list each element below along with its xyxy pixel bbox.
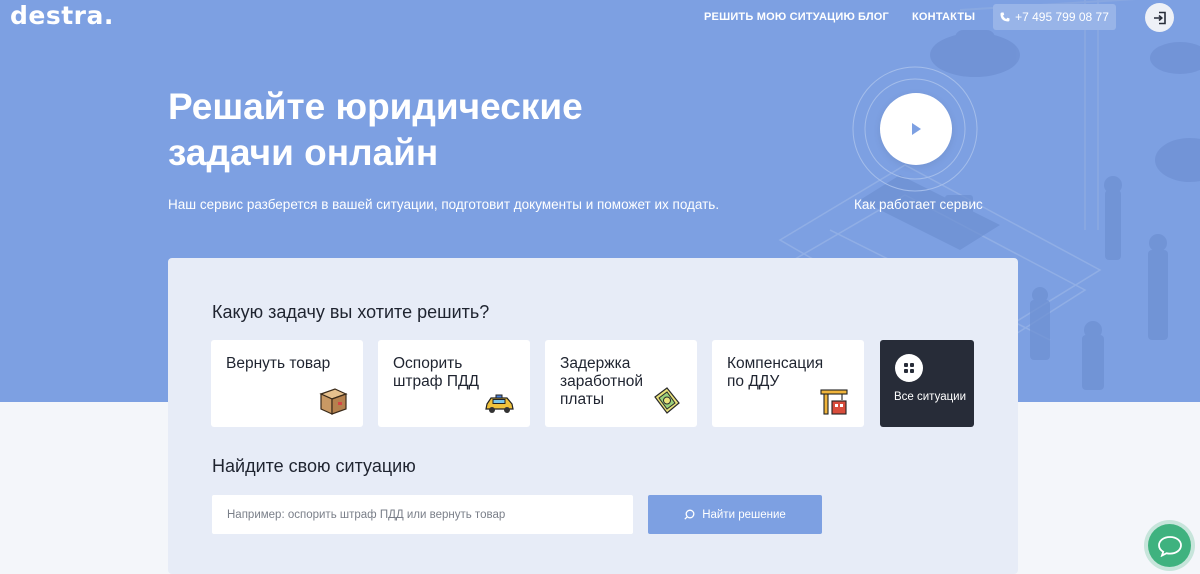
- hero-title: Решайте юридические задачи онлайн: [168, 84, 688, 176]
- login-button[interactable]: [1145, 3, 1174, 32]
- construction-icon: [820, 389, 848, 415]
- hero-title-line1: Решайте юридические: [168, 86, 583, 127]
- phone-button[interactable]: +7 495 799 08 77: [993, 4, 1116, 30]
- phone-icon: [1000, 12, 1010, 22]
- nav-contacts[interactable]: КОНТАКТЫ: [912, 11, 975, 23]
- nav-blog[interactable]: БЛОГ: [858, 11, 889, 23]
- hero-subtitle: Наш сервис разберется в вашей ситуации, …: [168, 197, 720, 212]
- task-tile-ddu-compensation[interactable]: Компенсация по ДДУ: [712, 340, 864, 427]
- search-heading: Найдите свою ситуацию: [212, 456, 416, 476]
- box-icon: [319, 388, 348, 415]
- chat-widget-button[interactable]: [1148, 524, 1191, 567]
- task-tile-all-situations[interactable]: Все ситуации: [880, 340, 974, 427]
- search-icon: [684, 509, 695, 520]
- task-card: Какую задачу вы хотите решить? Вернуть т…: [168, 258, 1018, 574]
- chat-bubble-icon: [1157, 535, 1182, 557]
- money-icon: [654, 387, 680, 414]
- login-icon: [1153, 11, 1166, 24]
- find-solution-button[interactable]: Найти решение: [648, 495, 822, 534]
- video-caption: Как работает сервис: [854, 197, 983, 212]
- task-label: Вернуть товар: [226, 355, 331, 372]
- task-tile-salary-delay[interactable]: Задержка заработной платы: [545, 340, 697, 427]
- tasks-heading: Какую задачу вы хотите решить?: [212, 302, 490, 322]
- find-solution-label: Найти решение: [702, 508, 786, 521]
- play-video-button[interactable]: [880, 93, 952, 165]
- play-icon: [912, 123, 921, 135]
- logo[interactable]: destra.: [10, 1, 114, 30]
- situation-search-input[interactable]: [212, 495, 633, 534]
- hero-title-line2: задачи онлайн: [168, 132, 439, 173]
- task-tile-return-goods[interactable]: Вернуть товар: [211, 340, 363, 427]
- task-tile-traffic-fine[interactable]: Оспорить штраф ПДД: [378, 340, 530, 427]
- car-icon: [485, 394, 514, 413]
- phone-number: +7 495 799 08 77: [1015, 10, 1109, 24]
- nav-solve-situation[interactable]: РЕШИТЬ МОЮ СИТУАЦИЮ: [704, 11, 855, 23]
- all-situations-label: Все ситуации: [894, 391, 967, 403]
- grid-icon: [895, 354, 923, 382]
